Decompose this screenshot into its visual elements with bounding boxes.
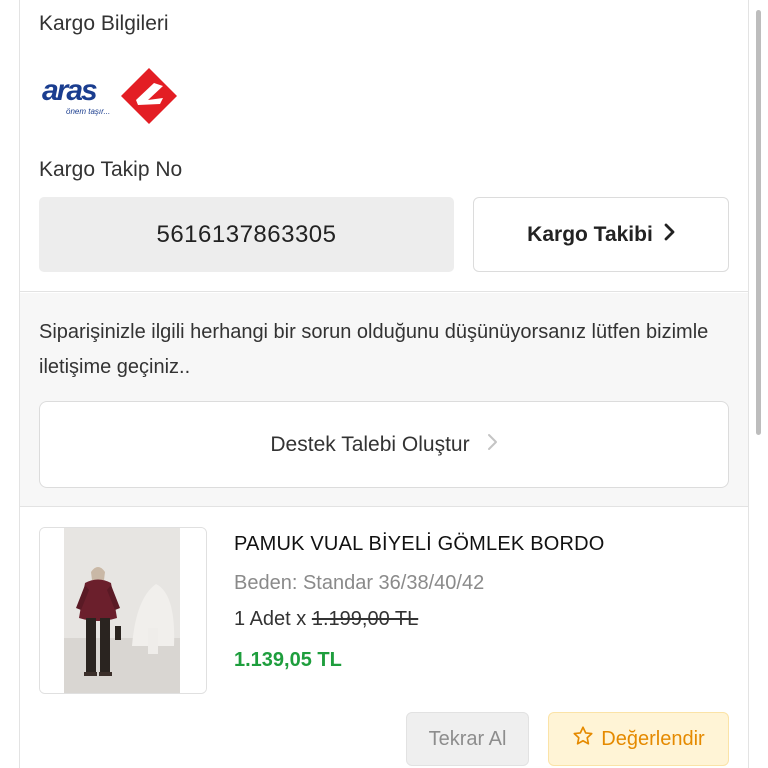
tracking-number-value: 5616137863305 bbox=[156, 220, 337, 248]
cargo-info-section: Kargo Bilgileri aras önem taşır... Kargo… bbox=[20, 0, 748, 292]
product-quantity: 1 Adet bbox=[234, 608, 291, 630]
order-item: PAMUK VUAL BİYELİ GÖMLEK BORDO Beden: St… bbox=[20, 508, 748, 768]
reorder-button-label: Tekrar Al bbox=[428, 727, 507, 750]
product-price: 1.139,05 TL bbox=[234, 649, 342, 671]
product-size: Beden: Standar 36/38/40/42 bbox=[234, 572, 485, 594]
support-section: Siparişinizle ilgili herhangi bir sorun … bbox=[20, 293, 748, 507]
svg-text:önem taşır...: önem taşır... bbox=[66, 107, 110, 116]
scrollbar[interactable] bbox=[755, 0, 763, 768]
support-button-label: Destek Talebi Oluştur bbox=[270, 432, 470, 456]
tracking-number-field[interactable]: 5616137863305 bbox=[39, 197, 454, 272]
chevron-right-icon bbox=[663, 223, 675, 247]
product-image[interactable] bbox=[39, 527, 207, 694]
create-support-ticket-button[interactable]: Destek Talebi Oluştur bbox=[39, 401, 729, 488]
order-detail-panel: Kargo Bilgileri aras önem taşır... Kargo… bbox=[19, 0, 749, 768]
reorder-button[interactable]: Tekrar Al bbox=[406, 712, 529, 766]
rate-button-label: Değerlendir bbox=[601, 727, 705, 750]
support-message: Siparişinizle ilgili herhangi bir sorun … bbox=[39, 321, 709, 378]
chevron-right-icon bbox=[486, 432, 498, 458]
svg-text:aras: aras bbox=[42, 74, 97, 107]
product-name[interactable]: PAMUK VUAL BİYELİ GÖMLEK BORDO bbox=[234, 533, 605, 556]
cargo-tracking-button-label: Kargo Takibi bbox=[527, 222, 653, 246]
scrollbar-thumb[interactable] bbox=[756, 10, 761, 435]
quantity-multiplier: x bbox=[296, 608, 307, 630]
star-icon bbox=[572, 725, 594, 753]
product-old-price: 1.199,00 TL bbox=[311, 608, 419, 630]
aras-cargo-logo: aras önem taşır... bbox=[42, 64, 182, 128]
tracking-number-label: Kargo Takip No bbox=[39, 158, 183, 181]
rate-product-button[interactable]: Değerlendir bbox=[548, 712, 729, 766]
cargo-section-title: Kargo Bilgileri bbox=[39, 12, 169, 35]
cargo-tracking-button[interactable]: Kargo Takibi bbox=[473, 197, 729, 272]
product-quantity-line: 1 Adet x 1.199,00 TL bbox=[234, 608, 418, 631]
